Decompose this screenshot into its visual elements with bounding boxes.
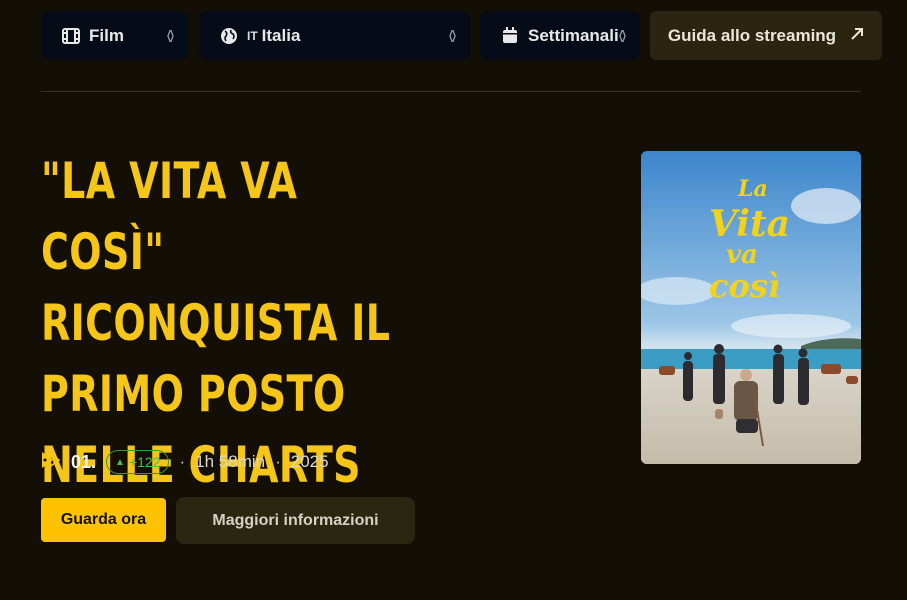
title-meta: 01. ▲ +122 · 1h 58min · 2025 xyxy=(41,448,329,476)
film-icon xyxy=(61,26,81,46)
watch-now-button[interactable]: Guarda ora xyxy=(41,498,166,542)
period-label: Settimanali xyxy=(528,25,619,45)
select-caret-icon: ˄ ˅ xyxy=(448,25,456,46)
streaming-guide-label: Guida allo streaming xyxy=(667,25,837,45)
separator-dot: · xyxy=(179,452,186,471)
up-arrow-icon: ▲ xyxy=(115,456,125,468)
content-type-label: Film xyxy=(89,25,124,45)
divider xyxy=(41,91,861,92)
content-type-select[interactable]: Film ˄ ˅ xyxy=(41,11,188,60)
globe-icon xyxy=(219,26,239,46)
rank-change-value: +122 xyxy=(128,454,161,470)
rank-change-badge: ▲ +122 xyxy=(106,450,170,474)
ranking-icon xyxy=(41,450,63,475)
more-info-button[interactable]: Maggiori informazioni xyxy=(176,497,415,544)
release-year: 2025 xyxy=(290,452,329,471)
poster-title-line: Vita xyxy=(709,203,790,245)
filter-bar: Film ˄ ˅ IT Italia ˄ ˅ Settimanali ˄ ˅ Guid… xyxy=(41,11,882,60)
movie-poster[interactable]: La Vita va così xyxy=(641,151,861,464)
external-arrow-icon xyxy=(850,26,864,46)
rank-number: 01. xyxy=(71,451,97,472)
country-flag-text: IT xyxy=(247,28,258,43)
streaming-guide-button[interactable]: Guida allo streaming xyxy=(650,11,882,60)
poster-title-line: La xyxy=(737,176,768,202)
runtime: 1h 58min xyxy=(195,452,266,471)
select-caret-icon: ˄ ˅ xyxy=(618,25,626,46)
poster-title-line: va xyxy=(726,240,758,270)
calendar-icon xyxy=(500,26,520,46)
country-label: Italia xyxy=(261,25,301,45)
poster-title-line: così xyxy=(709,267,780,305)
select-caret-icon: ˄ ˅ xyxy=(166,25,174,46)
period-select[interactable]: Settimanali ˄ ˅ xyxy=(480,11,640,60)
country-select[interactable]: IT Italia ˄ ˅ xyxy=(199,11,470,60)
separator-dot: · xyxy=(275,452,281,471)
